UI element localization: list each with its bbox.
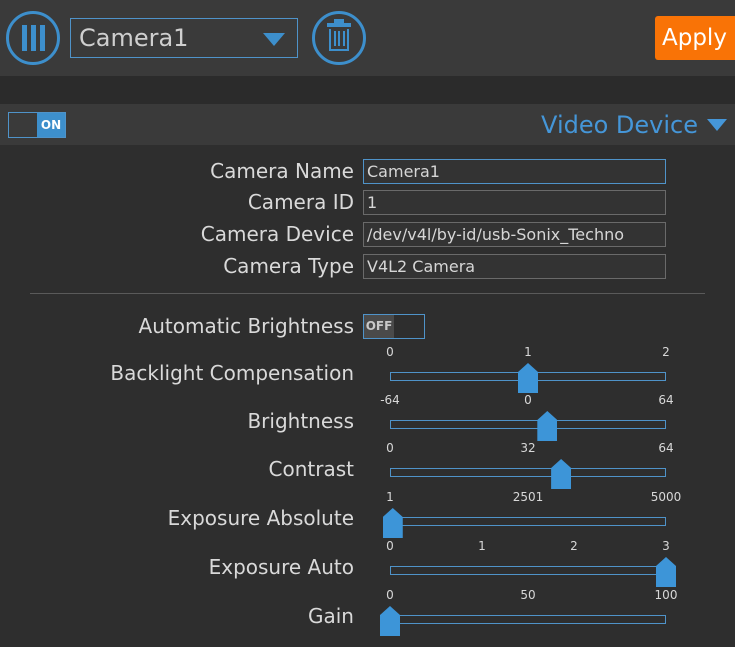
slider-track[interactable] [390, 566, 666, 575]
slider-row: Exposure Auto 0 1 2 3 [0, 539, 735, 587]
slider-control[interactable]: -64 0 64 [378, 393, 678, 441]
slider-label: Exposure Absolute [167, 506, 354, 530]
auto-brightness-label: Automatic Brightness [138, 314, 354, 338]
camera-select[interactable]: Camera1 [70, 18, 298, 58]
slider-handle[interactable] [380, 606, 400, 636]
toggle-knob [394, 314, 424, 338]
slider-row: Brightness -64 0 64 [0, 393, 735, 441]
field-row: Camera Device/dev/v4l/by-id/usb-Sonix_Te… [0, 221, 735, 247]
slider-track[interactable] [390, 517, 666, 526]
delete-camera-button[interactable] [312, 11, 366, 65]
slider-handle[interactable] [551, 459, 572, 489]
slider-tick-label: 0 [386, 539, 394, 553]
slider-tick-labels: 1 2501 5000 [378, 490, 681, 506]
toggle-knob [9, 112, 37, 137]
slider-label: Exposure Auto [208, 555, 354, 579]
field-input[interactable]: /dev/v4l/by-id/usb-Sonix_Techno [363, 221, 666, 247]
slider-tick-label: 2 [570, 539, 578, 553]
slider-control[interactable]: 0 1 2 [378, 345, 678, 393]
field-label: Camera Type [223, 254, 354, 278]
field-label: Camera Name [210, 159, 354, 183]
toolbar-gap [0, 76, 735, 104]
chevron-down-icon [263, 33, 285, 46]
toggle-state-label: ON [37, 112, 65, 137]
slider-track[interactable] [390, 615, 666, 624]
slider-tick-label: 2 [662, 345, 670, 359]
slider-label: Contrast [268, 457, 354, 481]
trash-icon [326, 19, 352, 53]
field-label: Camera ID [247, 190, 354, 214]
slider-tick-label: 0 [386, 345, 394, 359]
slider-handle[interactable] [656, 557, 676, 587]
toolbar: Camera1 Apply [0, 0, 735, 76]
slider-tick-labels: 0 50 100 [378, 588, 678, 604]
slider-control[interactable]: 1 2501 5000 [378, 490, 681, 538]
slider-tick-label: 0 [386, 441, 394, 455]
slider-track[interactable] [390, 468, 666, 477]
toggle-state-label: OFF [364, 314, 394, 338]
section-title: Video Device [541, 110, 698, 139]
slider-handle[interactable] [382, 508, 403, 538]
slider-tick-label: 0 [386, 588, 394, 602]
slider-tick-label: 0 [524, 393, 532, 407]
camera-select-value: Camera1 [79, 24, 189, 52]
slider-label: Brightness [247, 409, 354, 433]
slider-tick-labels: 0 1 2 [378, 345, 678, 361]
slider-control[interactable]: 0 1 2 3 [378, 539, 678, 587]
slider-tick-label: 2501 [512, 490, 544, 504]
settings-panel: Camera Name Camera1 Camera ID 1 Camera Devic… [0, 145, 735, 647]
three-bars-icon [21, 25, 45, 51]
menu-button[interactable] [6, 11, 60, 65]
slider-label: Backlight Compensation [110, 361, 354, 385]
field-row: Camera ID 1 [0, 189, 735, 215]
slider-tick-label: 64 [658, 441, 674, 455]
slider-tick-labels: 0 1 2 3 [378, 539, 678, 555]
slider-label: Gain [308, 604, 354, 628]
chevron-down-icon [707, 118, 727, 131]
slider-row: Gain 0 50 100 [0, 588, 735, 636]
slider-row: Exposure Absolute 1 2501 5000 [0, 490, 735, 538]
slider-handle[interactable] [537, 411, 558, 441]
section-collapse-control[interactable]: Video Device [541, 104, 727, 145]
slider-track[interactable] [390, 420, 666, 429]
slider-handle[interactable] [518, 363, 538, 393]
field-label: Camera Device [200, 222, 354, 246]
slider-tick-label: 1 [386, 490, 394, 504]
section-header: ON Video Device [0, 104, 735, 145]
slider-row: Backlight Compensation 0 1 2 [0, 345, 735, 393]
slider-control[interactable]: 0 50 100 [378, 588, 678, 636]
slider-tick-label: 32 [520, 441, 536, 455]
section-divider [30, 293, 705, 294]
slider-row: Contrast 0 32 64 [0, 441, 735, 489]
slider-tick-labels: -64 0 64 [378, 393, 678, 409]
slider-tick-label: 100 [654, 588, 678, 602]
slider-tick-label: 3 [662, 539, 670, 553]
auto-brightness-row: Automatic Brightness OFF [0, 313, 735, 339]
video-device-enable-toggle[interactable]: ON [8, 111, 66, 138]
slider-tick-labels: 0 32 64 [378, 441, 678, 457]
slider-tick-label: 5000 [650, 490, 682, 504]
slider-tick-label: 64 [658, 393, 674, 407]
slider-tick-label: 50 [520, 588, 536, 602]
slider-tick-label: -64 [380, 393, 400, 407]
slider-control[interactable]: 0 32 64 [378, 441, 678, 489]
field-row: Camera Name Camera1 [0, 158, 735, 184]
field-input[interactable]: 1 [363, 189, 666, 215]
slider-tick-label: 1 [524, 345, 532, 359]
field-input[interactable]: V4L2 Camera [363, 253, 666, 279]
apply-button[interactable]: Apply [655, 16, 735, 60]
auto-brightness-toggle[interactable]: OFF [363, 313, 425, 339]
field-input[interactable]: Camera1 [363, 158, 666, 184]
slider-tick-label: 1 [478, 539, 486, 553]
field-row: Camera Type V4L2 Camera [0, 253, 735, 279]
